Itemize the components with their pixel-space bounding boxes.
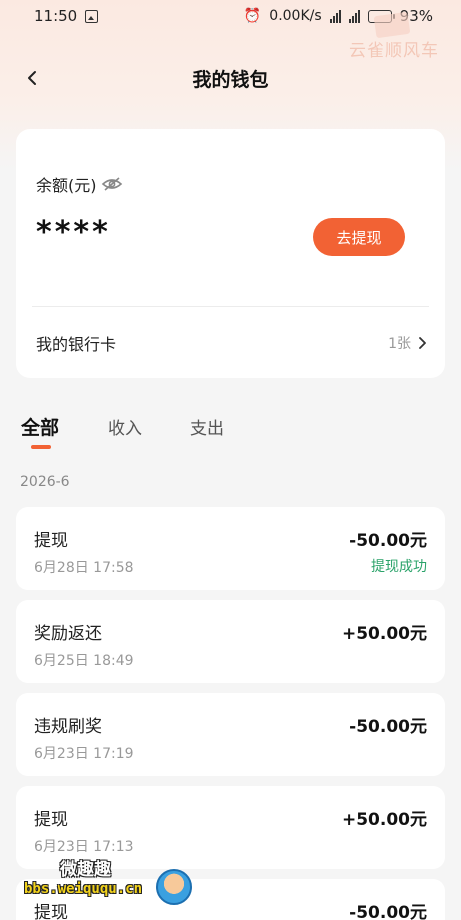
- status-time: 11:50: [34, 7, 78, 25]
- transaction-amount: -50.00元: [349, 903, 427, 920]
- tab-expense[interactable]: 支出: [190, 414, 224, 439]
- bank-card-row[interactable]: 我的银行卡 1张: [16, 307, 445, 378]
- tab-all[interactable]: 全部: [21, 413, 59, 440]
- transaction-title: 奖励返还: [34, 624, 102, 644]
- month-label: 2026-6: [20, 474, 70, 490]
- withdraw-button[interactable]: 去提现: [313, 218, 405, 256]
- transaction-title: 提现: [34, 531, 68, 551]
- chevron-left-icon: [28, 71, 36, 85]
- net-speed: 0.00K/s: [269, 8, 322, 24]
- transaction-amount: +50.00元: [341, 810, 427, 830]
- transaction-amount: -50.00元: [349, 531, 427, 551]
- balance-label-row: 余额(元): [36, 172, 123, 196]
- back-button[interactable]: [18, 64, 46, 92]
- transaction-time: 6月23日 17:13: [34, 839, 134, 855]
- bank-card-info: 1张: [388, 333, 427, 353]
- transaction-title: 提现: [34, 903, 68, 920]
- transaction-item[interactable]: 提现 6月28日 17:58 -50.00元 提现成功: [16, 507, 445, 590]
- filter-tabs: 全部 收入 支出: [0, 414, 461, 454]
- signal-4g-icon: [348, 9, 360, 23]
- transaction-status: 提现成功: [371, 559, 427, 575]
- image-icon: [85, 9, 99, 23]
- transaction-item[interactable]: 提现 -50.00元: [16, 879, 445, 920]
- car-icon: [373, 11, 411, 39]
- transaction-time: 6月23日 17:19: [34, 746, 134, 762]
- transaction-time: 6月28日 17:58: [34, 560, 134, 576]
- balance-value: ****: [36, 215, 111, 250]
- bank-card-label: 我的银行卡: [36, 334, 117, 354]
- brand-logo: 云雀顺风车: [349, 11, 439, 61]
- chevron-right-icon: [419, 336, 426, 349]
- transaction-item[interactable]: 奖励返还 6月25日 18:49 +50.00元: [16, 600, 445, 683]
- balance-card: 余额(元) **** 去提现 我的银行卡 1张: [16, 129, 445, 378]
- balance-label: 余额(元): [36, 176, 97, 195]
- bank-card-count: 1张: [388, 335, 411, 352]
- transaction-amount: -50.00元: [349, 717, 427, 737]
- alarm-icon: ⏰: [243, 8, 262, 24]
- transaction-item[interactable]: 提现 6月23日 17:13 +50.00元: [16, 786, 445, 869]
- tab-indicator: [31, 445, 51, 449]
- transaction-time: 6月25日 18:49: [34, 653, 134, 669]
- status-left: 11:50: [34, 7, 99, 25]
- tab-income[interactable]: 收入: [108, 414, 142, 439]
- transaction-title: 违规刷奖: [34, 717, 102, 737]
- eye-off-icon[interactable]: [101, 176, 123, 192]
- signal-4g-icon: [329, 9, 341, 23]
- transaction-item[interactable]: 违规刷奖 6月23日 17:19 -50.00元: [16, 693, 445, 776]
- brand-name: 云雀顺风车: [349, 41, 439, 61]
- transaction-title: 提现: [34, 810, 68, 830]
- page-title: 我的钱包: [192, 68, 269, 91]
- transaction-amount: +50.00元: [341, 624, 427, 644]
